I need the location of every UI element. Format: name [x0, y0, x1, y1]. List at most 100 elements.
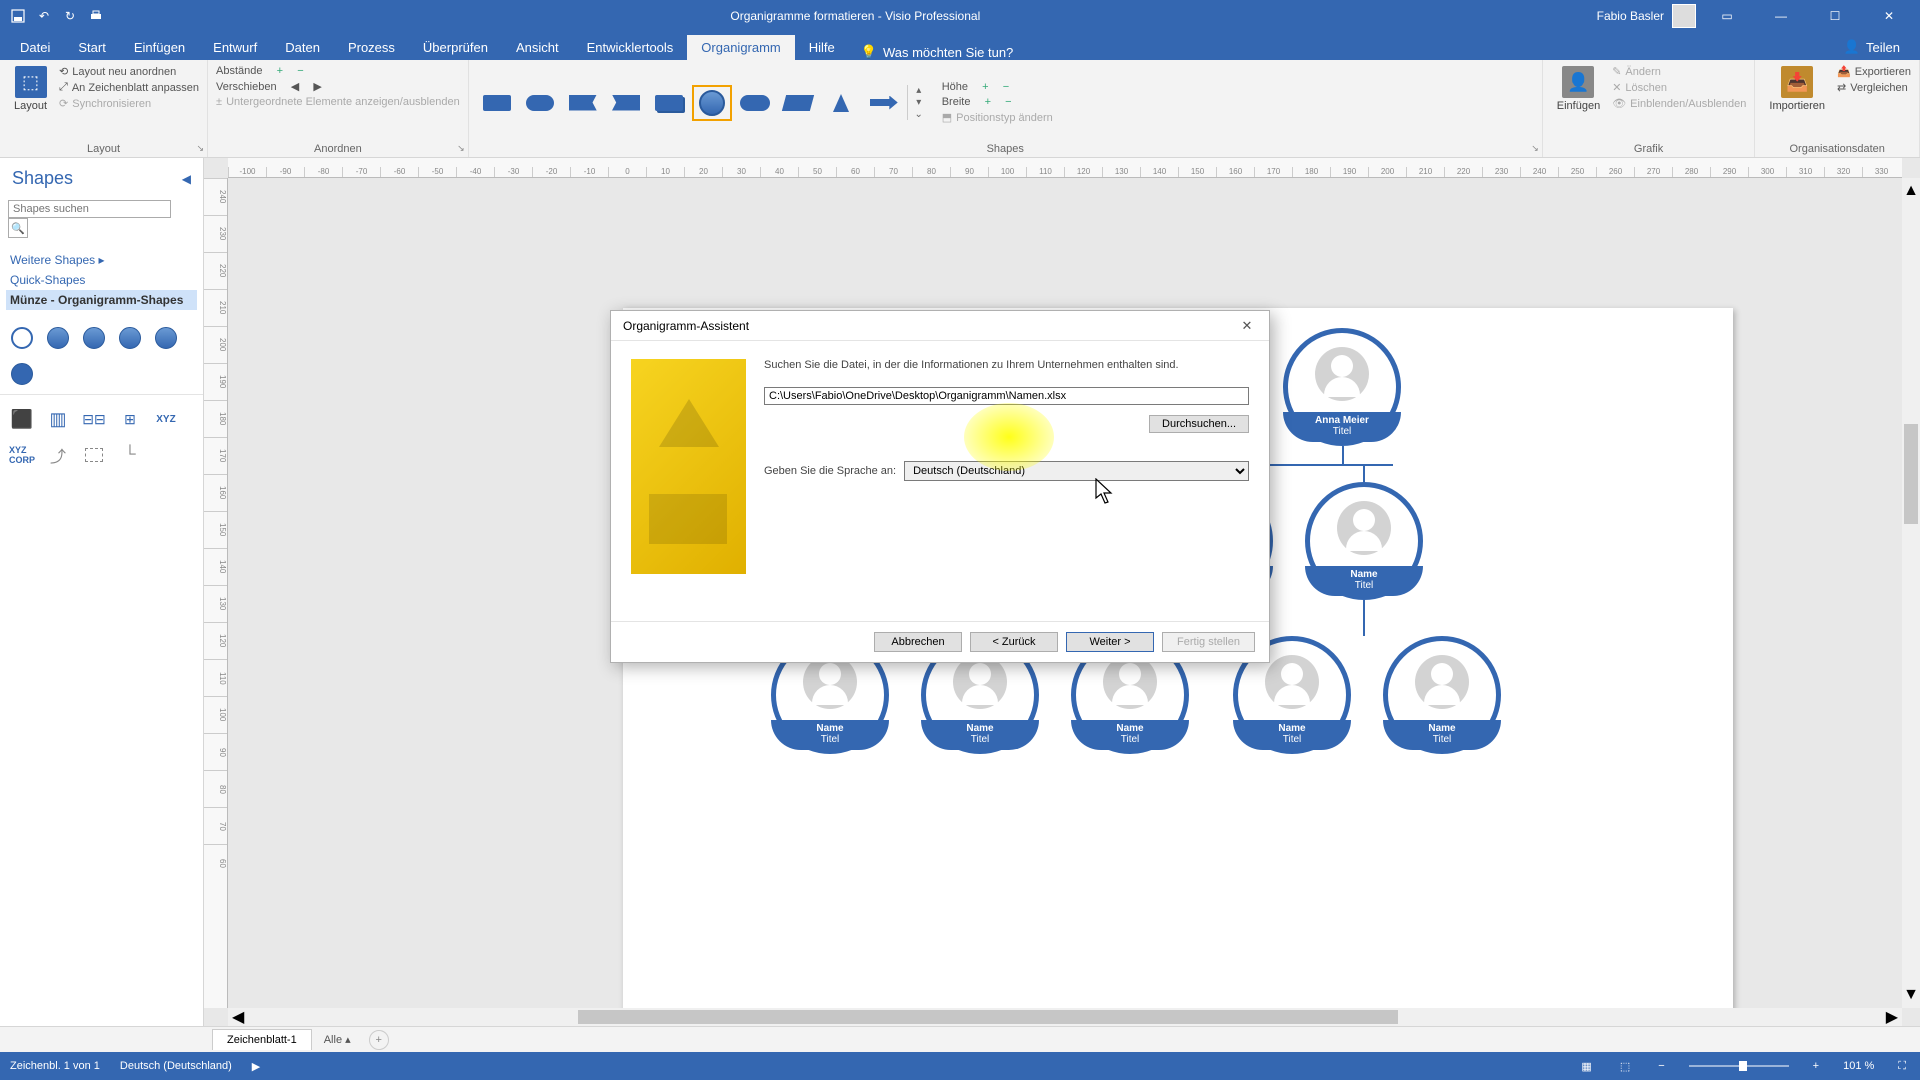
tab-ueberpruefen[interactable]: Überprüfen: [409, 35, 502, 60]
breite-minus[interactable]: −: [1005, 96, 1011, 108]
save-icon[interactable]: [10, 8, 26, 24]
org-node[interactable]: NameTitel: [1305, 482, 1425, 596]
tab-start[interactable]: Start: [64, 35, 119, 60]
macro-icon[interactable]: ▶: [252, 1060, 260, 1073]
shape-style-7[interactable]: [735, 85, 775, 121]
move-left-icon[interactable]: ◀: [291, 80, 299, 93]
breite-plus[interactable]: +: [985, 96, 991, 108]
zoom-slider[interactable]: [1689, 1065, 1789, 1067]
scroll-left-icon[interactable]: ◀: [228, 1007, 248, 1026]
vergleichen-button[interactable]: ⇄Vergleichen: [1837, 80, 1911, 95]
loeschen-button[interactable]: ✕Löschen: [1612, 80, 1746, 95]
share-button[interactable]: 👤Teilen: [1830, 34, 1914, 60]
shape-style-10[interactable]: [864, 85, 904, 121]
selected-stencil[interactable]: Münze - Organigramm-Shapes: [6, 290, 197, 310]
move-right-icon[interactable]: ▶: [313, 80, 321, 93]
all-tab[interactable]: Alle ▴: [314, 1029, 361, 1050]
avatar[interactable]: [1672, 4, 1696, 28]
shape-style-coin[interactable]: [692, 85, 732, 121]
sub-visibility-button[interactable]: ±Untergeordnete Elemente anzeigen/ausble…: [216, 95, 460, 109]
tab-ansicht[interactable]: Ansicht: [502, 35, 573, 60]
h-scroll-thumb[interactable]: [578, 1010, 1398, 1024]
layout-launcher-icon[interactable]: ↘: [197, 143, 205, 154]
zoom-level[interactable]: 101 %: [1843, 1060, 1874, 1072]
aendern-button[interactable]: ✎Ändern: [1612, 64, 1746, 79]
stencil-misc-9[interactable]: └: [116, 441, 144, 469]
tab-entwurf[interactable]: Entwurf: [199, 35, 271, 60]
postype-button[interactable]: ⬒Positionstyp ändern: [942, 110, 1053, 125]
stencil-misc-7[interactable]: ⤴: [44, 441, 72, 469]
redo-icon[interactable]: ↻: [62, 8, 78, 24]
layout-button[interactable]: ⬚ Layout: [8, 64, 53, 114]
grafik-einfuegen-button[interactable]: 👤 Einfügen: [1551, 64, 1606, 114]
add-page-button[interactable]: +: [369, 1030, 389, 1050]
language-select[interactable]: Deutsch (Deutschland): [904, 461, 1249, 481]
undo-icon[interactable]: ↶: [36, 8, 52, 24]
stencil-shape-6[interactable]: [8, 360, 36, 388]
v-scroll-thumb[interactable]: [1904, 424, 1918, 524]
importieren-button[interactable]: 📥 Importieren: [1763, 64, 1831, 114]
horizontal-scrollbar[interactable]: ◀ ▶: [228, 1008, 1902, 1026]
close-icon[interactable]: ✕: [1866, 0, 1912, 32]
realign-button[interactable]: ⟲Layout neu anordnen: [59, 64, 199, 79]
stencil-shape-2[interactable]: [44, 324, 72, 352]
more-shapes-link[interactable]: Weitere Shapes ▸: [10, 250, 193, 270]
stencil-misc-8[interactable]: [80, 441, 108, 469]
back-button[interactable]: < Zurück: [970, 632, 1058, 652]
shape-style-2[interactable]: [520, 85, 560, 121]
einblenden-button[interactable]: 👁Einblenden/Ausblenden: [1612, 96, 1746, 111]
tab-entwicklertools[interactable]: Entwicklertools: [573, 35, 688, 60]
org-node[interactable]: NameTitel: [1383, 636, 1503, 750]
stencil-misc-2[interactable]: ▥: [44, 405, 72, 433]
stencil-shape-5[interactable]: [152, 324, 180, 352]
cancel-button[interactable]: Abbrechen: [874, 632, 962, 652]
shape-style-9[interactable]: [821, 85, 861, 121]
stencil-misc-3[interactable]: ⊟⊟: [80, 405, 108, 433]
shape-style-4[interactable]: [606, 85, 646, 121]
shapes-launcher-icon[interactable]: ↘: [1531, 143, 1539, 154]
page-tab-1[interactable]: Zeichenblatt-1: [212, 1029, 312, 1050]
exportieren-button[interactable]: 📤Exportieren: [1837, 64, 1911, 79]
dialog-close-icon[interactable]: ✕: [1233, 315, 1261, 337]
tell-me-label[interactable]: Was möchten Sie tun?: [883, 45, 1013, 60]
stencil-misc-4[interactable]: ⊞: [116, 405, 144, 433]
browse-button[interactable]: Durchsuchen...: [1149, 415, 1249, 433]
shapes-search-input[interactable]: [8, 200, 171, 218]
tab-prozess[interactable]: Prozess: [334, 35, 409, 60]
zoom-out-icon[interactable]: −: [1654, 1060, 1668, 1072]
fit-page-icon[interactable]: ⬚: [1616, 1060, 1634, 1073]
next-button[interactable]: Weiter >: [1066, 632, 1154, 652]
hoehe-minus[interactable]: −: [1003, 81, 1009, 93]
abstaende-plus[interactable]: +: [277, 65, 283, 77]
anordnen-launcher-icon[interactable]: ↘: [457, 143, 465, 154]
stencil-misc-5[interactable]: XYZ: [152, 405, 180, 433]
collapse-panel-icon[interactable]: ◀: [182, 172, 191, 186]
shape-style-5[interactable]: [649, 85, 689, 121]
gallery-down-icon[interactable]: ▾: [912, 97, 926, 108]
stencil-misc-6[interactable]: XYZCORP: [8, 441, 36, 469]
stencil-misc-1[interactable]: ⬛: [8, 405, 36, 433]
fit-window-icon[interactable]: ⛶: [1894, 1060, 1910, 1073]
ribbon-display-icon[interactable]: ▭: [1704, 0, 1750, 32]
shape-style-3[interactable]: [563, 85, 603, 121]
zoom-in-icon[interactable]: +: [1809, 1060, 1823, 1072]
tab-einfuegen[interactable]: Einfügen: [120, 35, 199, 60]
filepath-input[interactable]: [764, 387, 1249, 405]
shape-style-8[interactable]: [778, 85, 818, 121]
tab-organigramm[interactable]: Organigramm: [687, 35, 794, 60]
gallery-more-icon[interactable]: ⌄: [912, 109, 926, 120]
abstaende-minus[interactable]: −: [297, 65, 303, 77]
maximize-icon[interactable]: ☐: [1812, 0, 1858, 32]
hoehe-plus[interactable]: +: [982, 81, 988, 93]
scroll-right-icon[interactable]: ▶: [1882, 1007, 1902, 1026]
gallery-up-icon[interactable]: ▴: [912, 85, 926, 96]
shape-style-1[interactable]: [477, 85, 517, 121]
shape-gallery[interactable]: ▴ ▾ ⌄: [477, 85, 926, 121]
tab-hilfe[interactable]: Hilfe: [795, 35, 849, 60]
tab-daten[interactable]: Daten: [271, 35, 334, 60]
search-icon[interactable]: 🔍: [8, 218, 28, 238]
vertical-scrollbar[interactable]: ▲ ▼: [1902, 178, 1920, 1008]
stencil-shape-1[interactable]: [8, 324, 36, 352]
fit-button[interactable]: ⤢An Zeichenblatt anpassen: [59, 80, 199, 95]
presentation-icon[interactable]: ▦: [1577, 1060, 1595, 1073]
